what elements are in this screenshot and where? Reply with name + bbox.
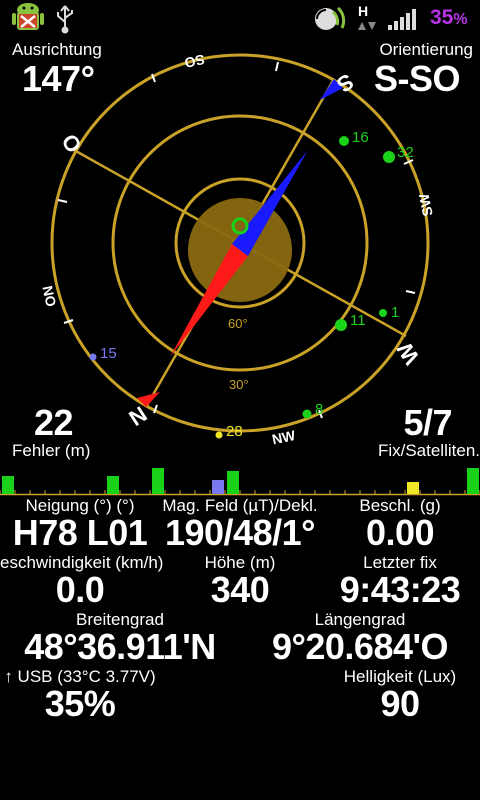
signal-bars-icon xyxy=(388,9,416,30)
usb-icon xyxy=(57,5,73,34)
orientation-label: Orientierung xyxy=(379,40,473,59)
snr-bar xyxy=(467,468,479,494)
snr-bar xyxy=(2,476,14,494)
battery-unit: % xyxy=(453,11,468,28)
satellite-label-8: 8 xyxy=(315,401,323,418)
cardinal-w: W xyxy=(392,338,424,369)
snr-bar-chart xyxy=(0,468,480,496)
altitude-value: 340 xyxy=(210,569,270,610)
heading-value: 147° xyxy=(22,58,95,99)
gps-signal-icon xyxy=(315,6,346,30)
battery-percent: 35 xyxy=(430,6,454,29)
android-debug-icon xyxy=(12,3,44,30)
intercardinal-sw: SW xyxy=(415,192,436,218)
error-label: Fehler (m) xyxy=(12,441,91,460)
data-transfer-icon: H xyxy=(358,3,376,30)
satellite-label-15: 15 xyxy=(100,345,117,362)
satellite-1 xyxy=(379,309,387,317)
brightness-value: 90 xyxy=(380,683,420,724)
speed-value: 0.0 xyxy=(55,569,105,610)
acceleration-value: 0.00 xyxy=(365,512,435,553)
battery-status-value: 35% xyxy=(44,683,116,724)
satellite-11 xyxy=(335,319,347,331)
satellite-32 xyxy=(383,151,395,163)
satellite-label-11: 11 xyxy=(350,312,366,329)
intercardinal-no: NO xyxy=(39,284,59,308)
compass-view: N S O W SO SW NW NO 60° 30° 16 32 11 1 1… xyxy=(39,51,436,448)
satellite-8 xyxy=(302,409,312,419)
battery-indicator: 35% xyxy=(430,6,468,30)
orientation-value: S-SO xyxy=(373,58,461,99)
satellite-label-32: 32 xyxy=(397,144,414,161)
satellite-15 xyxy=(89,353,97,361)
satellite-label-28: 28 xyxy=(226,423,243,440)
status-bar: H 35% xyxy=(0,0,480,38)
mag-field-value: 190/48/1° xyxy=(164,512,316,553)
satellite-label-16: 16 xyxy=(352,129,369,146)
elevation-labels: 60° 30° xyxy=(228,316,249,392)
latitude-value: 48°36.911'N xyxy=(24,626,216,667)
satellite-label-1: 1 xyxy=(391,304,399,321)
tilt-value: H78 L01 xyxy=(12,512,148,553)
svg-text:H: H xyxy=(358,3,368,19)
elevation-label-30: 30° xyxy=(229,377,249,392)
fix-label: Fix/Satelliten. xyxy=(377,441,480,460)
error-value: 22 xyxy=(34,402,74,443)
fix-value: 5/7 xyxy=(403,402,452,443)
snr-bar xyxy=(407,482,419,494)
intercardinal-nw: NW xyxy=(271,427,298,448)
intercardinal-so: SO xyxy=(183,51,206,71)
snr-bar xyxy=(107,476,119,494)
heading-label: Ausrichtung xyxy=(12,40,102,59)
snr-bar xyxy=(152,468,164,494)
longitude-value: 9°20.684'O xyxy=(271,626,449,667)
last-fix-value: 9:43:23 xyxy=(339,569,461,610)
snr-bar xyxy=(212,480,224,494)
elevation-label-60: 60° xyxy=(228,316,248,331)
satellite-16 xyxy=(339,136,349,146)
satellite-28 xyxy=(215,431,223,439)
snr-bar xyxy=(227,471,239,494)
status-bar-icons: H xyxy=(12,3,416,34)
